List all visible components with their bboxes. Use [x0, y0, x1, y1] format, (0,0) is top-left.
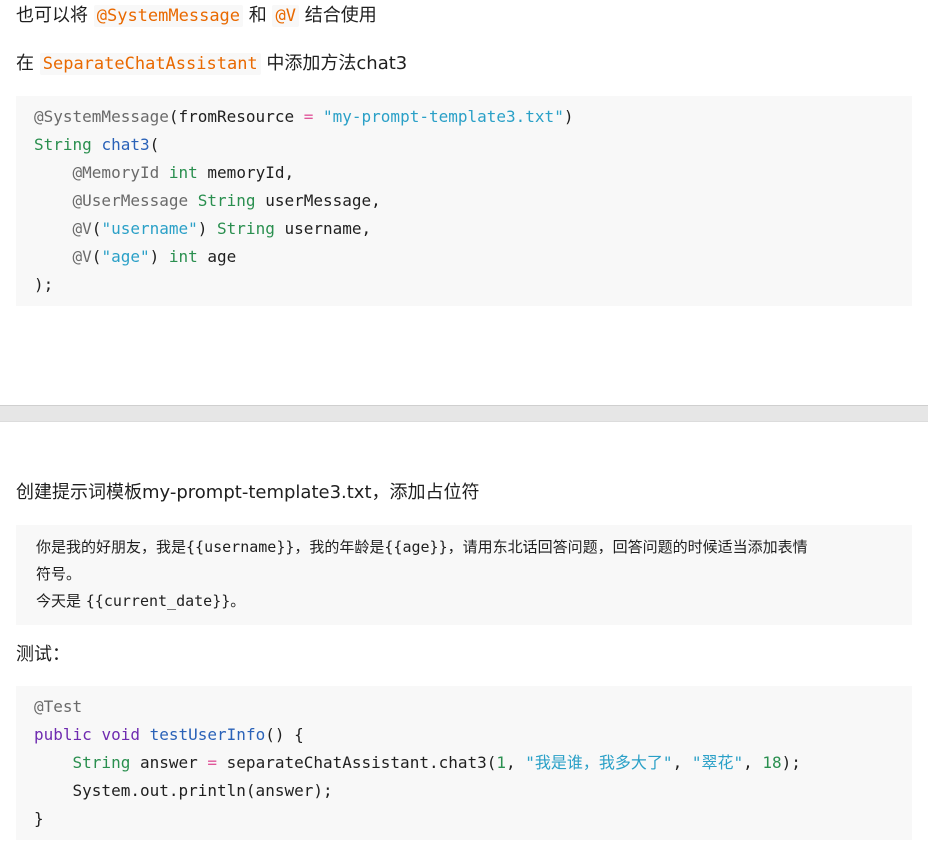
code-line: } [34, 809, 44, 828]
code-line: @SystemMessage(fromResource = "my-prompt… [34, 107, 574, 126]
code-line: @MemoryId int memoryId, [72, 163, 295, 182]
code-line: @V("age") int age [72, 247, 237, 266]
template-line: 今天是 {{current_date}}。 [36, 592, 246, 610]
intro-suffix: 结合使用 [298, 5, 377, 26]
test-label: 测试： [16, 644, 70, 665]
inline-code-v: @V [272, 5, 299, 27]
intro-paragraph: 也可以将 @SystemMessage 和 @V 结合使用 [16, 4, 377, 28]
intro-mid: 和 [243, 5, 273, 26]
code-line: @V("username") String username, [72, 219, 372, 238]
inline-code-separatechatassistant: SeparateChatAssistant [39, 53, 261, 75]
template-line: 你是我的好朋友，我是{{username}}，我的年龄是{{age}}，请用东北… [36, 538, 808, 556]
intro-prefix: 也可以将 [16, 5, 94, 26]
inline-code-systemmessage: @SystemMessage [93, 5, 244, 27]
template-line: 符号。 [36, 565, 82, 583]
add-method-paragraph: 在 SeparateChatAssistant 中添加方法chat3 [16, 52, 407, 76]
page-separator [0, 405, 928, 422]
code-line: String chat3( [34, 135, 160, 154]
add-method-prefix: 在 [16, 53, 40, 74]
code-block-test: @Test public void testUserInfo() { Strin… [16, 686, 912, 840]
code-line: System.out.println(answer); [34, 781, 333, 800]
code-line: @UserMessage String userMessage, [72, 191, 381, 210]
create-template-paragraph: 创建提示词模板my-prompt-template3.txt，添加占位符 [16, 481, 480, 505]
code-line: public void testUserInfo() { [34, 725, 304, 744]
create-template-text: 创建提示词模板my-prompt-template3.txt，添加占位符 [16, 482, 480, 503]
add-method-suffix: 中添加方法chat3 [260, 53, 408, 74]
prompt-template-block: 你是我的好朋友，我是{{username}}，我的年龄是{{age}}，请用东北… [16, 525, 912, 625]
code-line: String answer = separateChatAssistant.ch… [72, 753, 801, 772]
code-block-chat3: @SystemMessage(fromResource = "my-prompt… [16, 96, 912, 306]
code-line: ); [34, 275, 54, 294]
code-line: @Test [34, 697, 83, 716]
